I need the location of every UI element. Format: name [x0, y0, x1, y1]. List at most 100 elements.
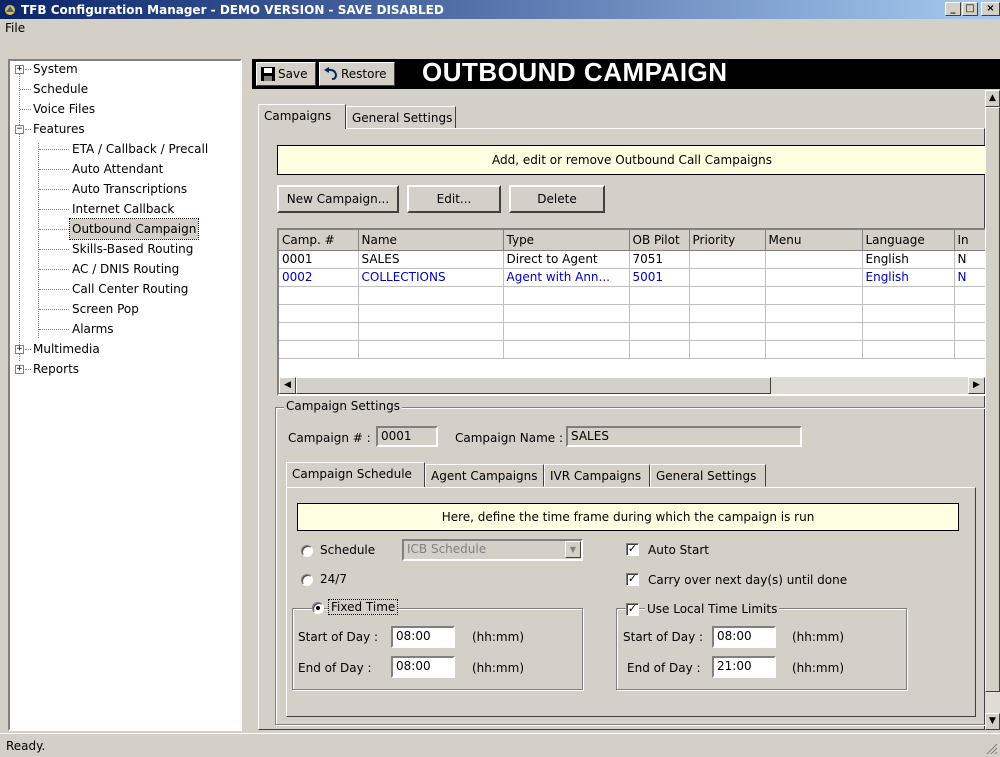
tab-ivr-campaigns[interactable]: IVR Campaigns	[544, 464, 650, 487]
title-bar: TFB Configuration Manager - DEMO VERSION…	[0, 0, 1000, 19]
fixed-end-input[interactable]: 08:00	[391, 656, 455, 678]
table-cell: 5001	[629, 268, 690, 287]
vertical-scrollbar[interactable]: ▲ ▼	[985, 90, 1000, 730]
empty-row	[279, 304, 985, 323]
scroll-thumb[interactable]	[985, 107, 1000, 692]
campaign-number-label: Campaign # :	[288, 431, 371, 445]
grid-header-row: Camp. # Name Type OB Pilot Priority Menu…	[279, 230, 985, 251]
fixed-time-radio[interactable]	[312, 602, 324, 614]
campaign-number-field: 0001	[376, 426, 438, 447]
column-header[interactable]: Language	[862, 230, 955, 251]
table-row[interactable]: 0001 SALES Direct to Agent 7051 English …	[279, 250, 985, 269]
auto-start-checkbox[interactable]: ✓	[626, 543, 639, 556]
local-time-limits-checkbox[interactable]: ✓	[626, 603, 639, 616]
column-header[interactable]: Menu	[765, 230, 863, 251]
carry-over-checkbox[interactable]: ✓	[626, 573, 639, 586]
local-end-label: End of Day :	[627, 661, 701, 675]
table-row[interactable]: 0002 COLLECTIONS Agent with Ann... 5001 …	[279, 268, 985, 287]
maximize-button[interactable]: □	[962, 2, 978, 16]
table-cell: Direct to Agent	[503, 250, 630, 269]
tree-item-label: Auto Transcriptions	[72, 182, 188, 196]
tab-agent-campaigns[interactable]: Agent Campaigns	[425, 464, 544, 487]
schedule-radio[interactable]	[301, 545, 313, 557]
fixed-start-label: Start of Day :	[298, 630, 379, 644]
tree-item-label: Schedule	[33, 82, 89, 96]
fixed-start-format: (hh:mm)	[472, 630, 524, 644]
tab-campaign-general-settings[interactable]: General Settings	[650, 464, 766, 487]
tab-campaign-schedule[interactable]: Campaign Schedule	[286, 462, 425, 487]
table-cell: Agent with Ann...	[503, 268, 630, 287]
status-text: Ready.	[6, 739, 46, 753]
scroll-down-icon[interactable]: ▼	[985, 713, 1000, 730]
tree-item-label: Reports	[33, 362, 80, 376]
status-bar: Ready.	[0, 733, 1000, 757]
navigation-tree[interactable]: + System Schedule Voice Files − Features…	[8, 59, 242, 731]
fixed-start-input[interactable]: 08:00	[391, 626, 455, 648]
fixed-end-label: End of Day :	[298, 661, 372, 675]
tree-item-label: Multimedia	[33, 342, 100, 356]
tab-general-settings[interactable]: General Settings	[346, 106, 456, 129]
collapse-icon[interactable]: −	[15, 125, 24, 134]
schedule-info-bar: Here, define the time frame during which…	[297, 503, 959, 531]
local-start-input[interactable]: 08:00	[712, 626, 776, 648]
expand-icon[interactable]: +	[15, 65, 24, 74]
tree-item-label: System	[33, 62, 78, 76]
window-title: TFB Configuration Manager - DEMO VERSION…	[21, 2, 444, 17]
tree-item-label: Skills-Based Routing	[72, 242, 194, 256]
delete-campaign-button[interactable]: Delete	[509, 185, 605, 213]
new-campaign-button[interactable]: New Campaign...	[277, 185, 399, 213]
menu-file[interactable]: File	[5, 21, 25, 35]
campaign-name-label: Campaign Name :	[455, 431, 564, 445]
minimize-button[interactable]: _	[945, 2, 961, 16]
page-title: OUTBOUND CAMPAIGN	[422, 57, 728, 87]
scroll-right-icon[interactable]: ▶	[968, 377, 985, 394]
column-header[interactable]: OB Pilot	[629, 230, 690, 251]
floppy-disk-icon	[261, 67, 275, 81]
table-cell: N	[954, 250, 985, 269]
local-start-label: Start of Day :	[623, 630, 704, 644]
tree-item-label: Voice Files	[33, 102, 96, 116]
tree-item-label: Internet Callback	[72, 202, 175, 216]
campaigns-grid[interactable]: Camp. # Name Type OB Pilot Priority Menu…	[277, 228, 987, 396]
expand-icon[interactable]: +	[15, 345, 24, 354]
page-header: Save Restore OUTBOUND CAMPAIGN	[252, 57, 1000, 89]
scroll-thumb[interactable]	[296, 377, 771, 394]
edit-campaign-button[interactable]: Edit...	[407, 185, 501, 213]
local-time-limits-label: Use Local Time Limits	[645, 602, 780, 616]
chevron-down-icon: ▼	[565, 541, 581, 558]
local-end-format: (hh:mm)	[792, 661, 844, 675]
tab-campaigns[interactable]: Campaigns	[258, 104, 346, 129]
save-button[interactable]: Save	[256, 62, 316, 86]
table-cell	[765, 268, 863, 287]
tree-item-label: Auto Attendant	[72, 162, 164, 176]
column-header[interactable]: Name	[358, 230, 504, 251]
schedule-label: Schedule	[320, 543, 376, 557]
expand-icon[interactable]: +	[15, 365, 24, 374]
option-247-radio[interactable]	[301, 574, 313, 586]
column-header[interactable]: Camp. #	[279, 230, 359, 251]
scroll-left-icon[interactable]: ◀	[279, 377, 296, 394]
table-cell: SALES	[358, 250, 504, 269]
campaign-name-field: SALES	[566, 426, 802, 447]
auto-start-label: Auto Start	[648, 543, 709, 557]
fixed-end-format: (hh:mm)	[472, 661, 524, 675]
close-button[interactable]: ×	[981, 2, 1000, 16]
local-end-input[interactable]: 21:00	[712, 656, 776, 678]
undo-icon	[324, 67, 338, 80]
empty-row	[279, 340, 985, 359]
horizontal-scrollbar[interactable]: ◀ ▶	[279, 377, 985, 394]
save-label: Save	[278, 67, 308, 81]
table-cell: N	[954, 268, 985, 287]
table-cell: 0002	[279, 268, 359, 287]
restore-button[interactable]: Restore	[319, 62, 395, 86]
column-header[interactable]: In	[954, 230, 985, 251]
restore-label: Restore	[341, 67, 387, 81]
scroll-up-icon[interactable]: ▲	[985, 90, 1000, 107]
app-icon	[3, 3, 17, 17]
column-header[interactable]: Type	[503, 230, 630, 251]
resize-grip-icon[interactable]	[986, 743, 998, 755]
tree-item-label: Outbound Campaign	[68, 218, 200, 240]
table-cell	[689, 250, 766, 269]
column-header[interactable]: Priority	[689, 230, 766, 251]
table-cell: English	[862, 250, 955, 269]
